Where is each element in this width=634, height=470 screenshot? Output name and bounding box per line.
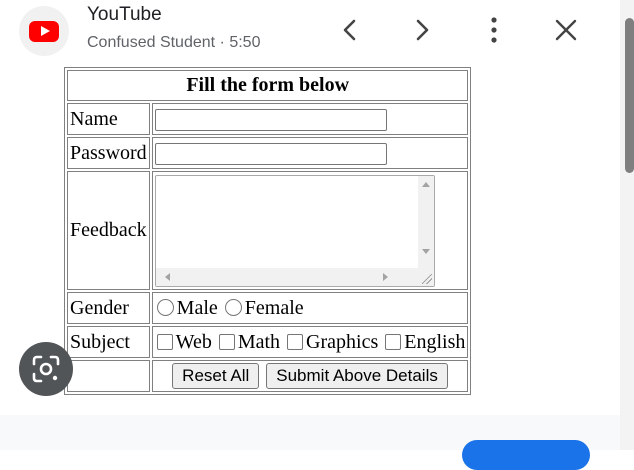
name-input[interactable] <box>154 108 387 131</box>
more-vert-icon <box>491 17 497 43</box>
empty-cell <box>67 360 150 392</box>
female-label[interactable]: Female <box>245 297 304 319</box>
chevron-right-icon <box>416 19 429 41</box>
more-options-button[interactable] <box>476 12 512 48</box>
textarea-vertical-scrollbar[interactable] <box>417 175 434 268</box>
password-input[interactable] <box>154 142 387 165</box>
math-label[interactable]: Math <box>238 331 280 353</box>
english-label[interactable]: English <box>404 331 465 353</box>
scroll-down-arrow-icon[interactable] <box>421 248 430 254</box>
app-title: YouTube <box>87 4 162 25</box>
youtube-logo-icon <box>29 20 59 42</box>
resize-corner[interactable] <box>417 267 434 286</box>
resize-grip-icon[interactable] <box>421 273 432 284</box>
textarea-horizontal-scrollbar[interactable] <box>155 267 418 286</box>
video-header: YouTube Confused Student · 5:50 <box>0 0 620 62</box>
male-radio[interactable] <box>156 298 174 316</box>
web-label[interactable]: Web <box>176 331 212 353</box>
submit-button[interactable]: Submit Above Details <box>266 363 448 389</box>
graphics-checkbox[interactable] <box>287 333 304 350</box>
female-radio[interactable] <box>224 298 242 316</box>
form-title: Fill the form below <box>67 70 469 101</box>
close-icon <box>555 19 577 41</box>
english-checkbox[interactable] <box>385 333 402 350</box>
channel-name: Confused Student <box>87 34 216 51</box>
form-screenshot: Fill the form below Name Password Feedba… <box>64 67 472 395</box>
app-avatar[interactable] <box>19 6 69 56</box>
web-checkbox[interactable] <box>156 333 173 350</box>
chevron-left-icon <box>343 19 356 41</box>
feedback-label: Feedback <box>67 171 150 290</box>
feedback-form-table: Fill the form below Name Password Feedba… <box>64 67 472 395</box>
google-lens-button[interactable] <box>19 342 73 396</box>
video-time: 5:50 <box>229 34 261 51</box>
action-pill-button[interactable] <box>462 440 590 470</box>
previous-button[interactable] <box>332 12 368 48</box>
scroll-up-arrow-icon[interactable] <box>421 181 430 187</box>
feedback-textarea[interactable] <box>154 174 435 287</box>
scroll-right-arrow-icon[interactable] <box>382 272 388 281</box>
gender-label: Gender <box>67 292 150 324</box>
close-button[interactable] <box>548 12 584 48</box>
password-label: Password <box>67 137 150 169</box>
math-checkbox[interactable] <box>218 333 235 350</box>
reset-button[interactable]: Reset All <box>172 363 260 389</box>
scrollbar-thumb[interactable] <box>625 18 634 173</box>
male-label[interactable]: Male <box>177 297 218 319</box>
name-label: Name <box>67 103 150 135</box>
scroll-left-arrow-icon[interactable] <box>164 272 170 281</box>
subject-label: Subject <box>67 326 150 358</box>
next-button[interactable] <box>404 12 440 48</box>
video-meta: Confused Student · 5:50 <box>87 34 260 52</box>
graphics-label[interactable]: Graphics <box>306 331 378 353</box>
google-lens-icon <box>32 355 60 383</box>
meta-separator: · <box>219 34 225 51</box>
